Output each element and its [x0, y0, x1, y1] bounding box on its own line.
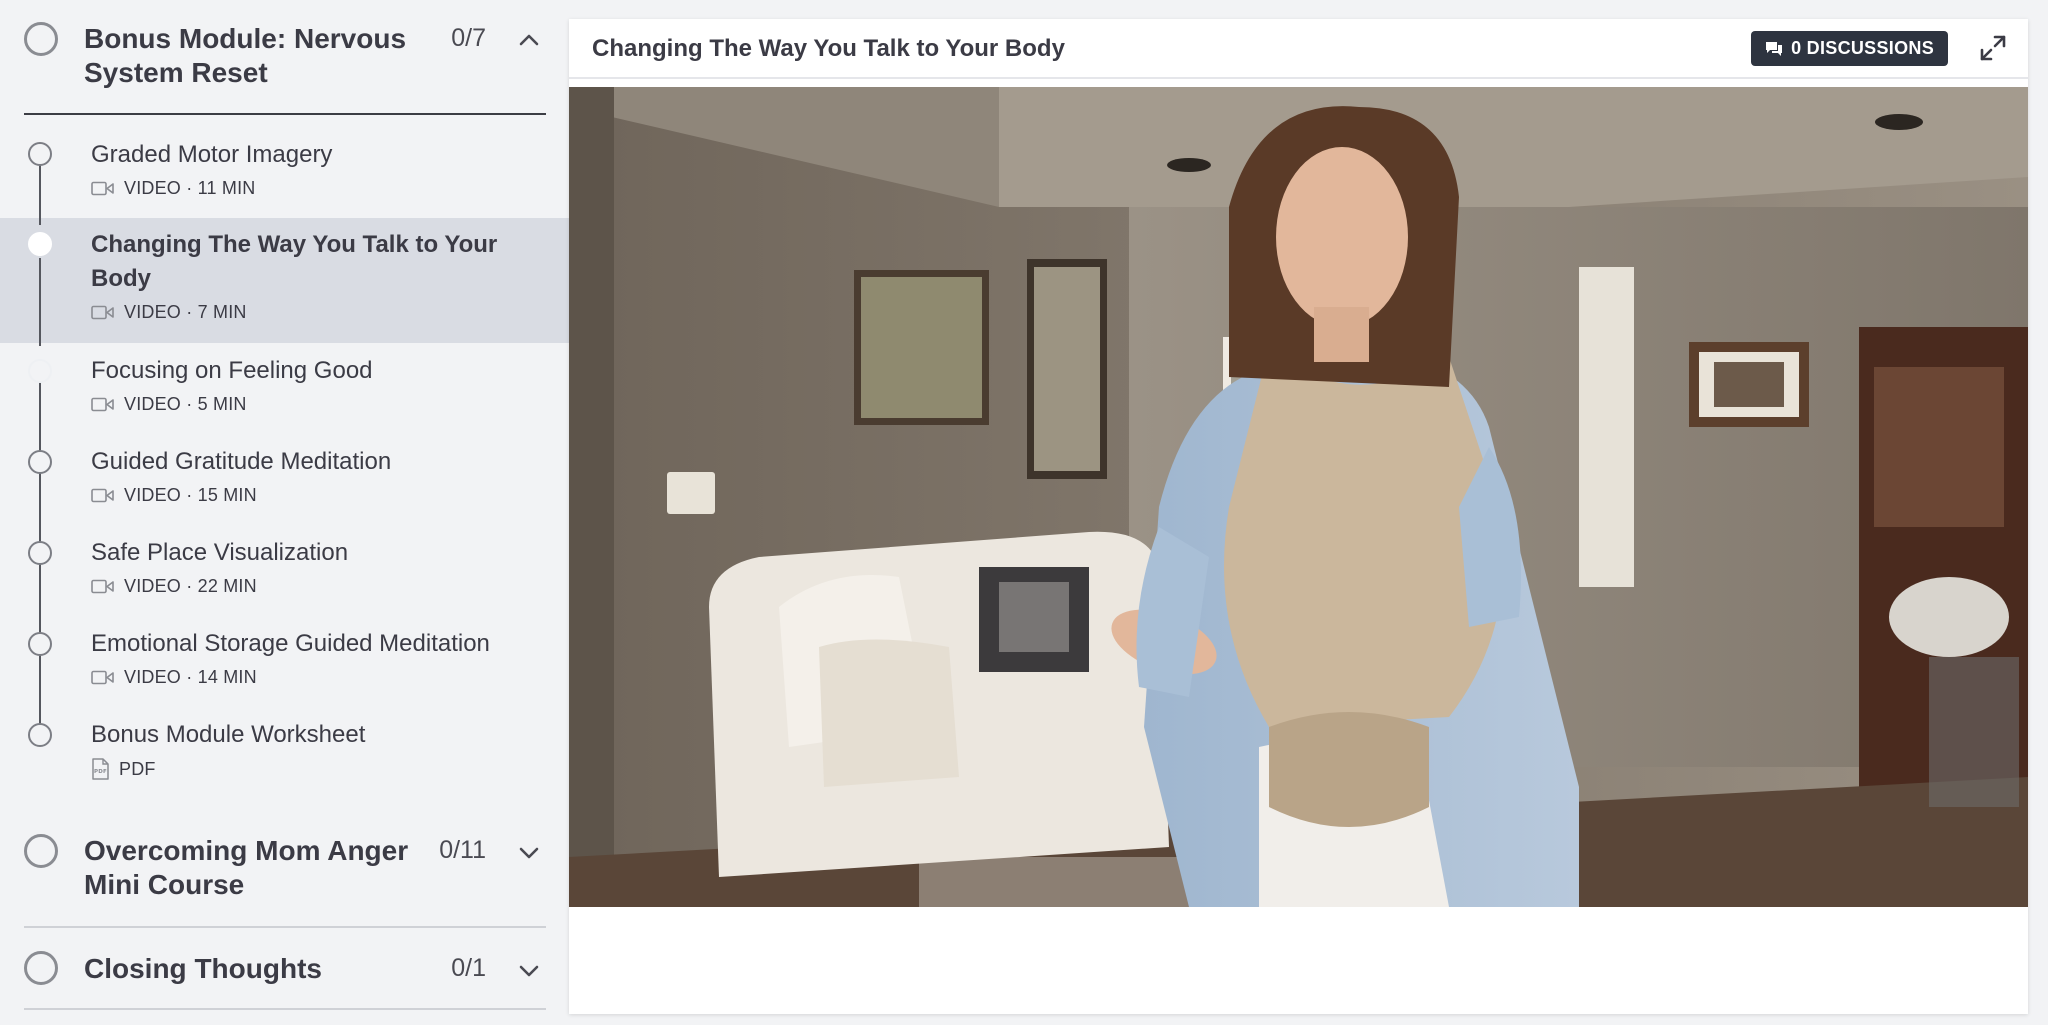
discussions-button[interactable]: 0 DISCUSSIONS — [1751, 31, 1948, 66]
lesson-meta: VIDEO · 5 MIN — [91, 394, 247, 415]
module-progress-circle — [24, 951, 58, 985]
video-camera-icon — [91, 305, 114, 320]
lesson-connector — [39, 655, 41, 727]
lesson-title: Guided Gratitude Meditation — [91, 448, 392, 475]
lesson-connector — [39, 258, 41, 346]
lesson-title: Safe Place Visualization — [91, 539, 349, 566]
lesson-connector — [39, 564, 41, 636]
module-progress-circle — [24, 834, 58, 868]
lesson-heading: Changing The Way You Talk to Your Body — [592, 35, 1065, 62]
lesson-title: Emotional Storage Guided Meditation — [91, 630, 490, 657]
module-progress-count: 0/7 — [451, 24, 486, 52]
lesson-title: Changing The Way You Talk to Your Body — [91, 231, 498, 292]
lesson-status-circle — [28, 541, 52, 565]
video-camera-icon — [91, 579, 114, 594]
module-title: Bonus Module: Nervous System Reset — [84, 23, 407, 88]
module-header-nervous-system-reset[interactable]: Bonus Module: Nervous System Reset 0/7 — [24, 22, 546, 92]
lesson-item-focusing-on-feeling-good[interactable]: Focusing on Feeling Good VIDEO · 5 MIN — [0, 343, 569, 435]
lesson-player-panel: Changing The Way You Talk to Your Body 0… — [569, 19, 2028, 1014]
module-title: Closing Thoughts — [84, 953, 322, 984]
module-progress-circle — [24, 22, 58, 56]
player-header: Changing The Way You Talk to Your Body 0… — [569, 19, 2028, 79]
module-divider — [24, 113, 546, 115]
chevron-down-icon[interactable] — [518, 842, 540, 864]
chevron-up-icon[interactable] — [518, 29, 540, 51]
lesson-title: Graded Motor Imagery — [91, 141, 333, 168]
video-player[interactable] — [569, 87, 2028, 907]
lesson-meta: PDF PDF — [91, 758, 156, 780]
discussions-label: 0 DISCUSSIONS — [1791, 38, 1934, 58]
lesson-item-changing-the-way-you-talk[interactable]: Changing The Way You Talk to Your Body V… — [0, 218, 569, 343]
lesson-connector — [39, 382, 41, 454]
lesson-duration: VIDEO · 7 MIN — [124, 302, 247, 322]
module-progress-count: 0/11 — [439, 836, 486, 864]
lesson-item-bonus-module-worksheet[interactable]: Bonus Module Worksheet PDF PDF — [0, 707, 569, 799]
lesson-item-graded-motor-imagery[interactable]: Graded Motor Imagery VIDEO · 11 MIN — [0, 126, 569, 218]
lesson-meta: VIDEO · 7 MIN — [91, 302, 247, 323]
lesson-item-safe-place-visualization[interactable]: Safe Place Visualization VIDEO · 22 MIN — [0, 525, 569, 617]
lesson-status-circle — [28, 450, 52, 474]
pdf-file-icon: PDF — [92, 758, 109, 780]
lesson-duration: VIDEO · 14 MIN — [124, 667, 257, 687]
lesson-connector — [39, 473, 41, 545]
lesson-connector — [39, 165, 41, 225]
lesson-meta: VIDEO · 11 MIN — [91, 178, 256, 199]
lesson-meta: VIDEO · 22 MIN — [91, 576, 257, 597]
lesson-meta: VIDEO · 14 MIN — [91, 667, 257, 688]
expand-icon[interactable] — [1978, 33, 2008, 63]
lesson-type: PDF — [119, 758, 156, 779]
chat-bubbles-icon — [1766, 41, 1783, 56]
lesson-item-guided-gratitude-meditation[interactable]: Guided Gratitude Meditation VIDEO · 15 M… — [0, 434, 569, 526]
course-sidebar: Bonus Module: Nervous System Reset 0/7 G… — [0, 0, 569, 1025]
module-progress-count: 0/1 — [451, 954, 486, 982]
video-frame — [569, 87, 2028, 907]
video-camera-icon — [91, 488, 114, 503]
lesson-status-circle — [28, 142, 52, 166]
lesson-duration: VIDEO · 11 MIN — [124, 178, 256, 198]
module-divider — [24, 1008, 546, 1010]
chevron-down-icon[interactable] — [518, 960, 540, 982]
lesson-status-circle — [28, 723, 52, 747]
module-divider — [24, 926, 546, 928]
video-camera-icon — [91, 181, 114, 196]
lesson-status-circle — [28, 632, 52, 656]
lesson-title: Bonus Module Worksheet — [91, 721, 366, 748]
lesson-status-circle — [28, 232, 52, 256]
module-header-overcoming-mom-anger[interactable]: Overcoming Mom Anger Mini Course 0/11 — [24, 834, 546, 904]
lesson-duration: VIDEO · 22 MIN — [124, 576, 257, 596]
svg-text:PDF: PDF — [94, 769, 107, 775]
video-camera-icon — [91, 670, 114, 685]
module-header-closing-thoughts[interactable]: Closing Thoughts 0/1 — [24, 951, 546, 991]
lesson-status-circle — [28, 359, 52, 383]
lesson-meta: VIDEO · 15 MIN — [91, 485, 257, 506]
video-camera-icon — [91, 397, 114, 412]
lesson-duration: VIDEO · 5 MIN — [124, 394, 247, 414]
module-title: Overcoming Mom Anger Mini Course — [84, 835, 409, 900]
lesson-title: Focusing on Feeling Good — [91, 357, 373, 384]
lesson-duration: VIDEO · 15 MIN — [124, 485, 257, 505]
lesson-item-emotional-storage-meditation[interactable]: Emotional Storage Guided Meditation VIDE… — [0, 616, 569, 708]
